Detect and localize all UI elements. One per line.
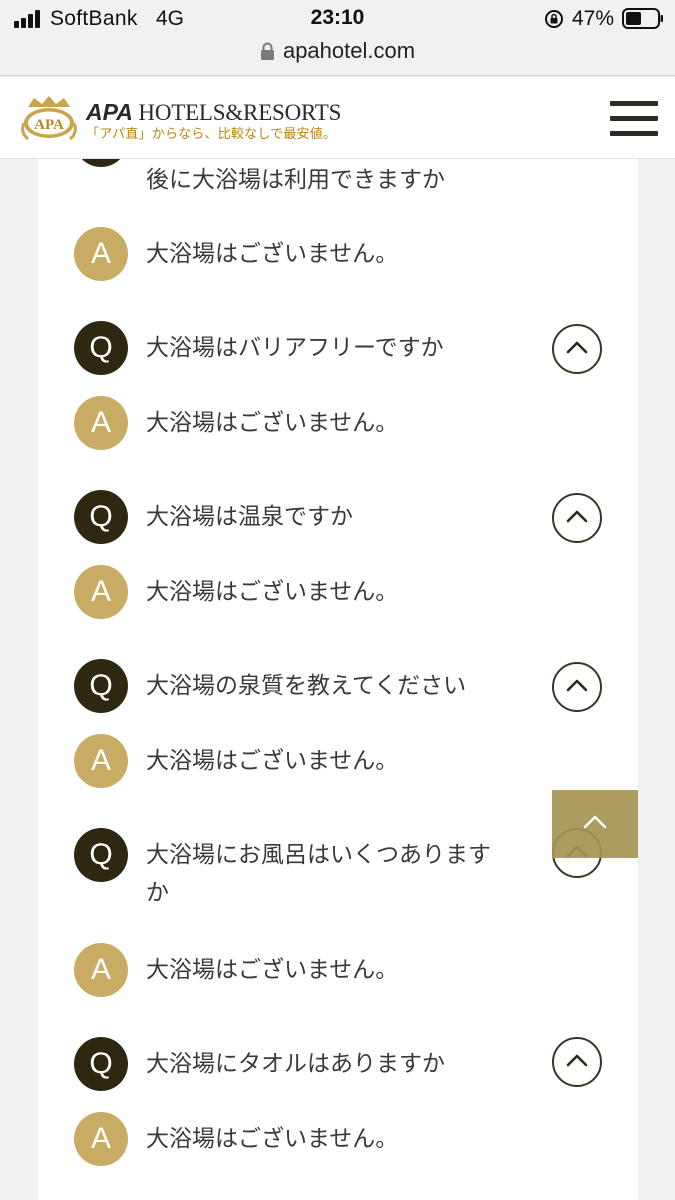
collapse-toggle-icon[interactable]: [552, 493, 602, 543]
question-badge: Q: [74, 659, 128, 713]
question-badge: [74, 159, 128, 167]
lock-icon: [260, 42, 274, 60]
question-text: 大浴場にお風呂はいくつあります か: [146, 842, 491, 906]
url-text[interactable]: apahotel.com: [283, 38, 415, 63]
collapse-toggle-icon[interactable]: [552, 1037, 602, 1087]
answer-badge: A: [74, 227, 128, 281]
question-badge: Q: [74, 828, 128, 882]
question-text: 大浴場はバリアフリーですか: [146, 335, 444, 361]
status-bar: SoftBank 4G 23:10 47%: [0, 0, 675, 38]
rotation-lock-icon: [545, 10, 563, 28]
apa-emblem-logo[interactable]: APA: [20, 93, 78, 143]
question-text: 大浴場は温泉ですか: [146, 504, 353, 530]
collapse-toggle-icon[interactable]: [552, 324, 602, 374]
faq-list: 後に大浴場は利用できますか A 大浴場はございません。 Q 大浴場はバリアフリー…: [38, 159, 638, 1200]
answer-badge: A: [74, 734, 128, 788]
question-text: 大浴場の泉質を教えてください: [146, 673, 467, 699]
brand-tagline: 「アパ直」からなら、比較なしで最安値。: [86, 127, 337, 142]
answer-text: 大浴場はございません。: [146, 410, 399, 436]
svg-text:APA: APA: [34, 117, 64, 133]
back-to-top-button[interactable]: [552, 790, 638, 858]
question-text: 後に大浴場は利用できますか: [146, 167, 445, 193]
question-badge: Q: [74, 321, 128, 375]
question-badge: Q: [74, 490, 128, 544]
battery-icon: [622, 8, 663, 29]
answer-text: 大浴場はございません。: [146, 579, 399, 605]
answer-badge: A: [74, 565, 128, 619]
question-badge: Q: [74, 1037, 128, 1091]
browser-url-bar[interactable]: apahotel.com: [0, 38, 675, 76]
answer-text: 大浴場はございません。: [146, 1126, 399, 1152]
answer-text: 大浴場はございません。: [146, 748, 399, 774]
site-header: APA APA HOTELS&RESORTS 「アパ直」からなら、比較なしで最安…: [0, 77, 675, 159]
brand-name[interactable]: APA HOTELS&RESORTS: [86, 99, 341, 126]
answer-badge: A: [74, 396, 128, 450]
collapse-toggle-icon[interactable]: [552, 662, 602, 712]
answer-text: 大浴場はございません。: [146, 957, 399, 983]
battery-percentage: 47%: [572, 7, 615, 30]
answer-badge: A: [74, 943, 128, 997]
answer-badge: A: [74, 1112, 128, 1166]
answer-text: 大浴場はございません。: [146, 241, 399, 267]
chevron-up-icon: [583, 815, 607, 829]
hamburger-menu-icon[interactable]: [610, 101, 658, 137]
question-text: 大浴場にタオルはありますか: [146, 1051, 445, 1077]
